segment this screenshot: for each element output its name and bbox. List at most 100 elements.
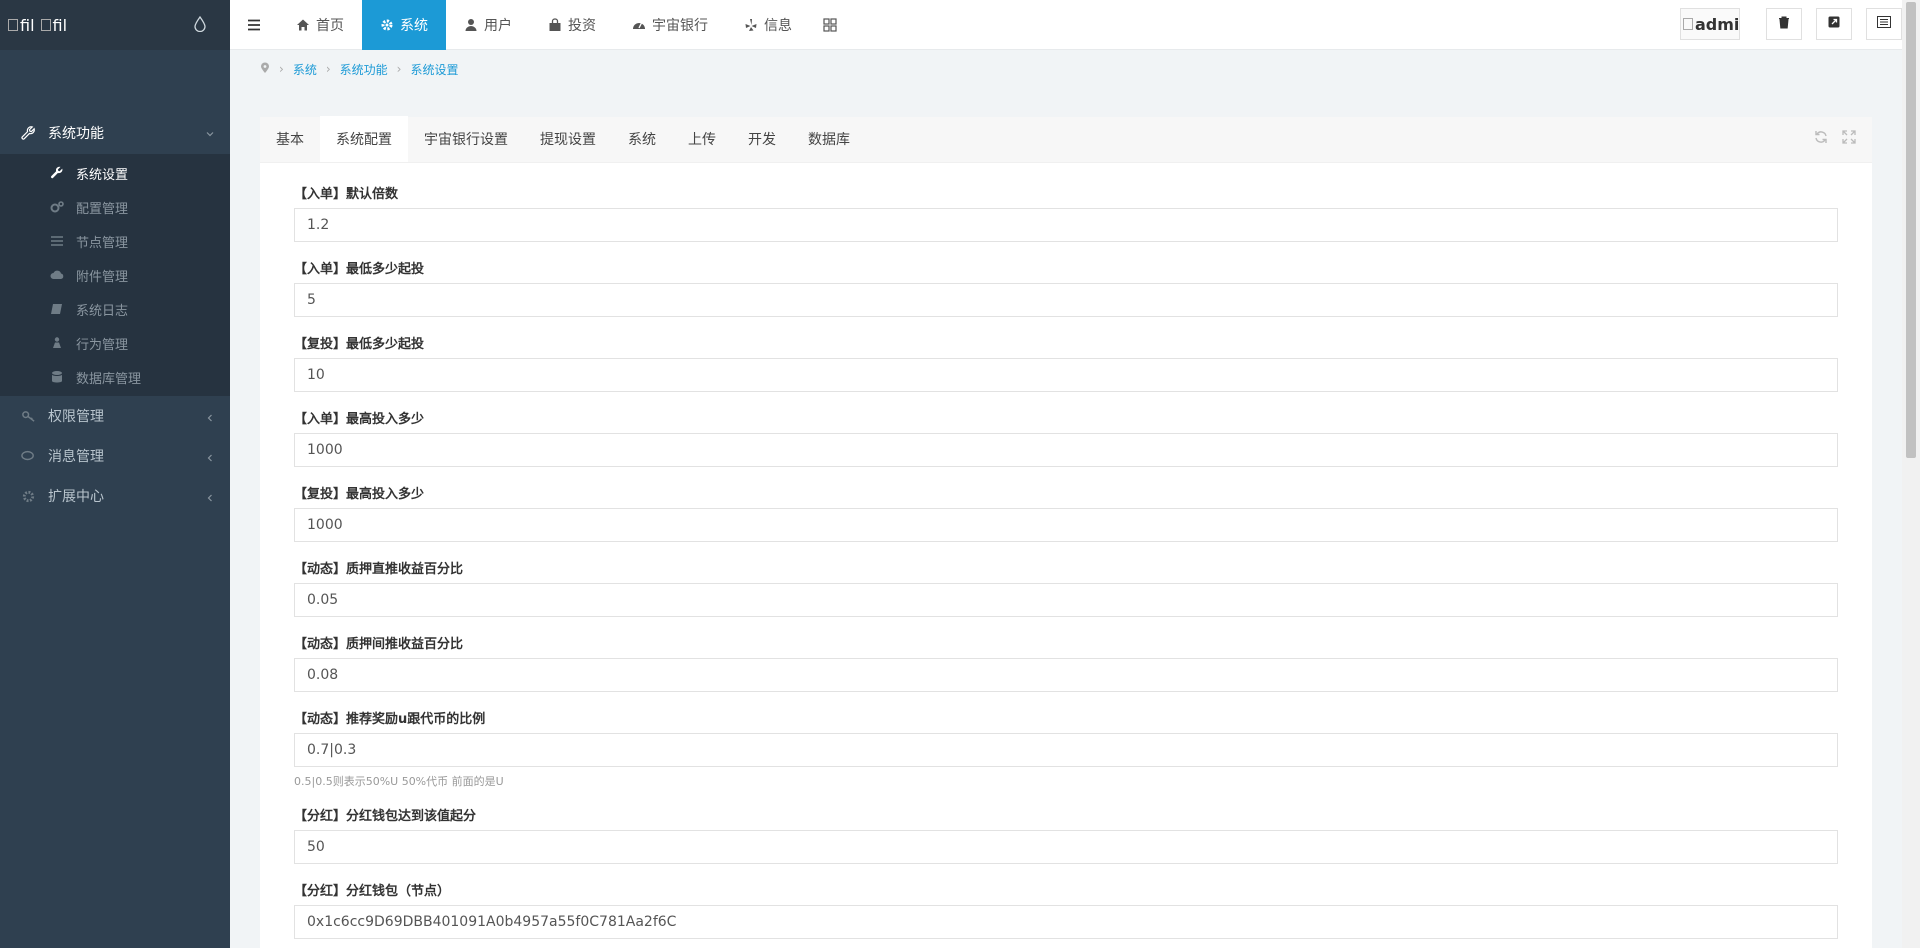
top-navbar: 首页 系统 用户 投资 宇宙银行 信息 admin <box>230 0 1902 50</box>
sidebar-item-nodes[interactable]: 节点管理 <box>0 224 230 258</box>
user-icon <box>464 18 478 32</box>
field-max-invest: 【入单】最高投入多少 1000 <box>294 408 1838 467</box>
menu-group-system: 系统功能 系统设置 配置管理 节点管理 附件管理 系统日志 行为管理 数据库管理 <box>0 112 230 396</box>
list-icon <box>50 234 64 248</box>
tab-upload[interactable]: 上传 <box>672 116 732 162</box>
dividend-threshold-input[interactable]: 50 <box>294 830 1838 864</box>
field-direct-reward: 【动态】质押直推收益百分比 0.05 <box>294 558 1838 617</box>
settings-panel-button[interactable] <box>1866 8 1902 40</box>
page-scrollbar[interactable] <box>1902 0 1920 948</box>
tab-develop[interactable]: 开发 <box>732 116 792 162</box>
tab-system-config[interactable]: 系统配置 <box>320 116 408 162</box>
top-right-tools: admin <box>1680 8 1902 40</box>
logo-mini: fil <box>40 15 68 35</box>
logo-alt-text-2: fil <box>52 15 68 35</box>
sidebar-item-label: 配置管理 <box>76 201 129 217</box>
menu-system-functions[interactable]: 系统功能 <box>0 112 230 154</box>
sidebar-item-behavior[interactable]: 行为管理 <box>0 326 230 360</box>
nav-info-label: 信息 <box>764 17 792 34</box>
menu-messages-label: 消息管理 <box>48 449 104 465</box>
breadcrumb-separator: › <box>325 62 331 76</box>
field-label: 【动态】质押直推收益百分比 <box>294 562 464 577</box>
fullscreen-icon[interactable] <box>1842 130 1858 146</box>
indirect-reward-input[interactable]: 0.08 <box>294 658 1838 692</box>
comments-icon <box>20 448 36 464</box>
sidebar-item-system-settings[interactable]: 系统设置 <box>0 156 230 190</box>
sidebar-item-attachments[interactable]: 附件管理 <box>0 258 230 292</box>
external-link-icon <box>1828 16 1840 32</box>
nav-user[interactable]: 用户 <box>446 0 530 50</box>
sliders-icon <box>1877 16 1891 32</box>
submenu-system: 系统设置 配置管理 节点管理 附件管理 系统日志 行为管理 数据库管理 <box>0 154 230 396</box>
field-label: 【复投】最高投入多少 <box>294 487 425 502</box>
settings-form: 【入单】默认倍数 1.2 【入单】最低多少起投 5 【复投】最低多少起投 10 … <box>260 163 1872 939</box>
field-label: 【分红】分红钱包（节点） <box>294 884 451 899</box>
breadcrumb-separator: › <box>279 62 284 76</box>
bag-icon <box>548 17 562 32</box>
menu-toggle-icon[interactable] <box>230 0 278 50</box>
reward-ratio-input[interactable]: 0.7|0.3 <box>294 733 1838 767</box>
breadcrumb-system[interactable]: 系统 <box>293 61 317 78</box>
menu-system-label: 系统功能 <box>48 126 104 142</box>
field-label: 【入单】最高投入多少 <box>294 412 425 427</box>
field-label: 【入单】最低多少起投 <box>294 262 425 277</box>
nav-user-label: 用户 <box>484 17 512 34</box>
settings-tabs: 基本 系统配置 宇宙银行设置 提现设置 系统 上传 开发 数据库 <box>260 116 1872 163</box>
scrollbar-thumb[interactable] <box>1906 2 1916 458</box>
nav-invest[interactable]: 投资 <box>530 0 614 50</box>
tab-tools <box>1802 130 1858 146</box>
breadcrumb: › 系统 › 系统功能 › 系统设置 <box>230 51 1902 87</box>
sidebar: fil fil 系统功能 系统设置 配置管理 节点管理 附件管理 系统日志 行为… <box>0 0 230 948</box>
tab-cosmos-bank-settings[interactable]: 宇宙银行设置 <box>408 116 524 162</box>
tab-system[interactable]: 系统 <box>612 116 672 162</box>
tab-database[interactable]: 数据库 <box>792 116 866 162</box>
chevron-left-icon <box>206 450 214 462</box>
refresh-icon[interactable] <box>1814 130 1830 146</box>
avatar-alt-text: admin <box>1695 14 1740 34</box>
nav-home[interactable]: 首页 <box>278 0 362 50</box>
dividend-wallet-input[interactable]: 0x1c6cc9D69DBB401091A0b4957a55f0C781Aa2f… <box>294 905 1838 939</box>
chevron-left-icon <box>206 410 214 422</box>
tab-withdraw-settings[interactable]: 提现设置 <box>524 116 612 162</box>
open-external-button[interactable] <box>1816 8 1852 40</box>
clear-cache-button[interactable] <box>1766 8 1802 40</box>
nav-system[interactable]: 系统 <box>362 0 446 50</box>
theme-drop-icon[interactable] <box>194 15 206 33</box>
menu-permissions[interactable]: 权限管理 <box>0 396 230 436</box>
gears-icon <box>20 488 36 504</box>
nav-system-label: 系统 <box>400 17 428 34</box>
logo-alt-text: fil <box>20 15 35 35</box>
max-reinvest-input[interactable]: 1000 <box>294 508 1838 542</box>
sidebar-item-label: 行为管理 <box>76 337 129 353</box>
sidebar-item-config[interactable]: 配置管理 <box>0 190 230 224</box>
breadcrumb-system-settings[interactable]: 系统设置 <box>410 61 458 78</box>
min-reinvest-input[interactable]: 10 <box>294 358 1838 392</box>
cogs-icon <box>50 200 64 214</box>
avatar[interactable]: admin <box>1680 8 1740 40</box>
menu-extensions[interactable]: 扩展中心 <box>0 476 230 516</box>
direct-reward-input[interactable]: 0.05 <box>294 583 1838 617</box>
tab-basic[interactable]: 基本 <box>260 116 320 162</box>
settings-panel: 基本 系统配置 宇宙银行设置 提现设置 系统 上传 开发 数据库 【入单】默认倍… <box>260 116 1872 948</box>
map-marker-icon <box>260 62 270 77</box>
key-icon <box>20 408 36 424</box>
field-max-reinvest: 【复投】最高投入多少 1000 <box>294 483 1838 542</box>
nav-info[interactable]: 信息 <box>726 0 810 50</box>
sidebar-item-label: 系统设置 <box>76 167 129 183</box>
chevron-left-icon <box>206 490 214 502</box>
sidebar-item-logs[interactable]: 系统日志 <box>0 292 230 326</box>
apps-grid-icon[interactable] <box>810 0 850 50</box>
sidebar-item-database[interactable]: 数据库管理 <box>0 360 230 394</box>
default-multiplier-input[interactable]: 1.2 <box>294 208 1838 242</box>
gear-icon <box>380 18 394 32</box>
menu-messages[interactable]: 消息管理 <box>0 436 230 476</box>
field-label: 【入单】默认倍数 <box>294 187 399 202</box>
nav-cosmos-bank[interactable]: 宇宙银行 <box>614 0 726 50</box>
max-invest-input[interactable]: 1000 <box>294 433 1838 467</box>
min-invest-input[interactable]: 5 <box>294 283 1838 317</box>
logo-bar: fil fil <box>0 0 230 50</box>
menu-permissions-label: 权限管理 <box>48 409 104 425</box>
chevron-down-icon <box>206 126 214 137</box>
nav-invest-label: 投资 <box>568 17 596 34</box>
breadcrumb-system-functions[interactable]: 系统功能 <box>340 61 388 78</box>
